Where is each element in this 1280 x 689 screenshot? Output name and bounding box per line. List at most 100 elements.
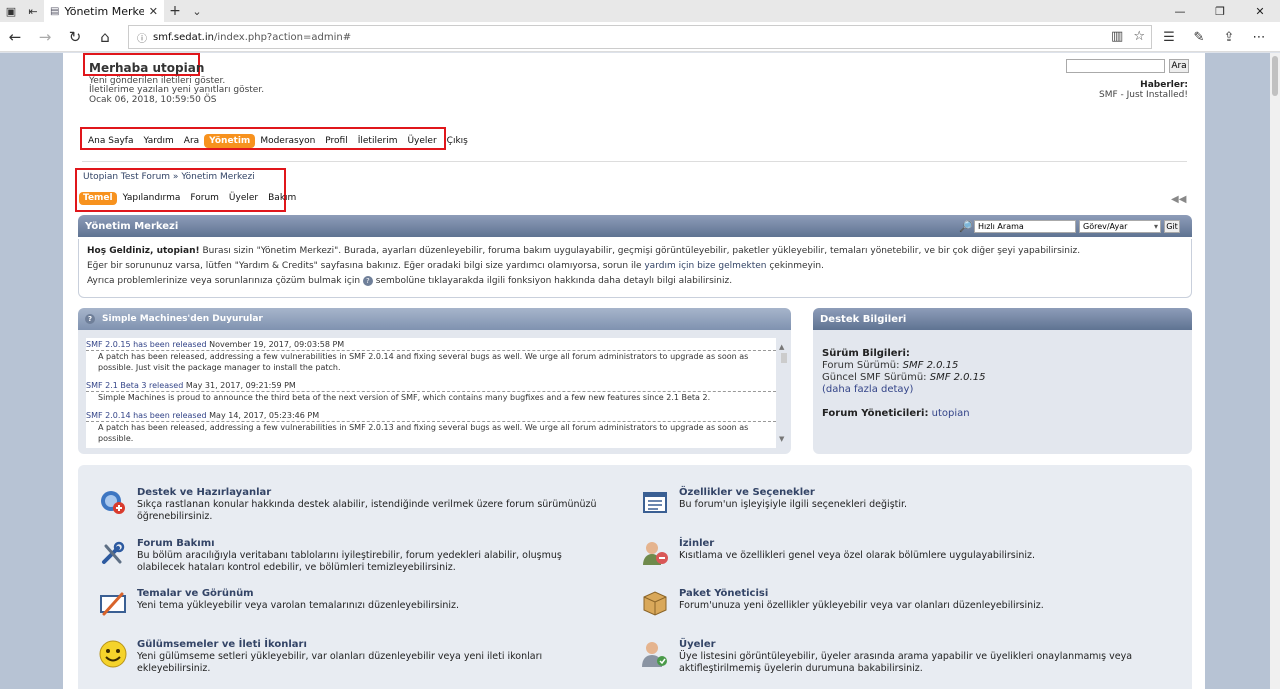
- refresh-icon[interactable]: ↻: [60, 22, 90, 52]
- page-scrollbar[interactable]: [1270, 53, 1280, 689]
- problem-text-a: Eğer bir sorununuz varsa, lütfen "Yardım…: [87, 261, 645, 271]
- quick-search-go-button[interactable]: Git: [1164, 220, 1180, 233]
- tool-title[interactable]: İzinler: [679, 538, 714, 549]
- admin-user-link[interactable]: utopian: [932, 408, 970, 419]
- news-text: SMF - Just Installed!: [1098, 90, 1188, 100]
- menu-help[interactable]: Yardım: [138, 134, 178, 148]
- admin-center-title: Yönetim Merkezi: [85, 220, 179, 232]
- current-version-value: SMF 2.0.15: [929, 372, 986, 383]
- address-url: smf.sedat.in/index.php?action=admin#: [153, 32, 351, 43]
- favorites-hub-icon[interactable]: ☰: [1154, 30, 1184, 45]
- news-title: Haberler:: [1140, 80, 1188, 90]
- features-options-icon[interactable]: [640, 487, 670, 517]
- share-icon[interactable]: ⇪: [1214, 30, 1244, 45]
- admins-row: Forum Yöneticileri: utopian: [822, 408, 1183, 420]
- favorite-star-icon[interactable]: ☆: [1133, 29, 1145, 44]
- address-bar[interactable]: ⓘ smf.sedat.in/index.php?action=admin# ▥…: [128, 25, 1152, 49]
- tool-description: Üye listesini görüntüleyebilir, üyeler a…: [679, 651, 1133, 674]
- search-input[interactable]: [1066, 59, 1165, 73]
- permissions-icon[interactable]: [640, 538, 670, 568]
- forward-icon[interactable]: →: [30, 22, 60, 52]
- announcements-list[interactable]: SMF 2.0.15 has been released November 19…: [86, 338, 776, 448]
- tab-forum[interactable]: Forum: [186, 192, 223, 205]
- admin-tools-panel: Destek ve Hazırlayanlar Sıkça rastlanan …: [78, 465, 1192, 689]
- tool-title[interactable]: Gülümsemeler ve İleti İkonları: [137, 639, 307, 650]
- tool-description: Bu bölüm aracılığıyla veritabanı tablola…: [137, 550, 562, 573]
- scrollbar-thumb[interactable]: [1272, 56, 1278, 96]
- announcements-scrollbar[interactable]: ▲ ▼: [779, 343, 789, 443]
- forum-version-value: SMF 2.0.15: [902, 360, 959, 371]
- scroll-down-icon[interactable]: ▼: [779, 435, 784, 443]
- tab-members[interactable]: Üyeler: [225, 192, 262, 205]
- announcement-link[interactable]: SMF 2.0.15 has been released: [86, 340, 207, 349]
- home-icon[interactable]: ⌂: [90, 22, 120, 52]
- tool-description: Bu forum'un işleyişiyle ilgili seçenekle…: [679, 499, 908, 510]
- menu-profile[interactable]: Profil: [320, 134, 352, 148]
- support-title: Destek Bilgileri: [820, 313, 907, 325]
- problem-line: Eğer bir sorununuz varsa, lütfen "Yardım…: [87, 259, 1183, 274]
- help-question-icon[interactable]: ?: [85, 314, 95, 324]
- window-close-icon[interactable]: ✕: [1240, 0, 1280, 22]
- quick-search-input[interactable]: Hızlı Arama: [974, 220, 1076, 233]
- reading-view-icon[interactable]: ▥: [1111, 29, 1123, 44]
- browser-tab[interactable]: ▤ Yönetim Merkezi ✕: [44, 0, 164, 22]
- breadcrumb: Utopian Test Forum » Yönetim Merkezi: [83, 172, 255, 182]
- menu-search[interactable]: Ara: [179, 134, 204, 148]
- greeting: Merhaba utopian: [89, 61, 205, 75]
- forum-maintenance-icon[interactable]: [98, 538, 128, 568]
- unread-replies-link[interactable]: İletilerime yazılan yeni yanıtları göste…: [89, 85, 264, 95]
- support-credits-icon[interactable]: [98, 487, 128, 517]
- tool-title[interactable]: Forum Bakımı: [137, 538, 215, 549]
- tool-title[interactable]: Temalar ve Görünüm: [137, 588, 254, 599]
- menu-logout[interactable]: Çıkış: [442, 134, 473, 148]
- tool-title[interactable]: Üyeler: [679, 639, 716, 650]
- close-icon[interactable]: ✕: [149, 5, 158, 18]
- welcome-panel: Hoş Geldiniz, utopian! Burası sizin "Yön…: [78, 239, 1192, 298]
- search-button[interactable]: Ara: [1169, 59, 1189, 73]
- announcement-link[interactable]: SMF 2.0.14 has been released: [86, 411, 207, 420]
- back-icon[interactable]: ←: [0, 22, 30, 52]
- maximize-icon[interactable]: ❐: [1200, 0, 1240, 22]
- set-aside-tabs-icon[interactable]: ⇤: [22, 0, 44, 22]
- themes-icon[interactable]: [98, 588, 128, 618]
- tool-title[interactable]: Paket Yöneticisi: [679, 588, 768, 599]
- menu-home[interactable]: Ana Sayfa: [83, 134, 138, 148]
- current-version-label: Güncel SMF Sürümü:: [822, 372, 927, 383]
- help-us-link[interactable]: yardım için bize gelmekten: [644, 261, 766, 271]
- menu-members[interactable]: Üyeler: [402, 134, 441, 148]
- breadcrumb-separator: »: [172, 172, 179, 182]
- new-tab-icon[interactable]: +: [164, 0, 186, 22]
- menu-admin[interactable]: Yönetim: [204, 134, 256, 148]
- minimize-icon[interactable]: —: [1160, 0, 1200, 22]
- tab-main[interactable]: Temel: [79, 192, 117, 205]
- more-icon[interactable]: ⋯: [1244, 30, 1274, 45]
- page-info-icon[interactable]: ⓘ: [137, 30, 147, 45]
- notes-pen-icon[interactable]: ✎: [1184, 30, 1214, 45]
- smileys-icon[interactable]: [98, 639, 128, 669]
- tab-actions-icon[interactable]: ▣: [0, 0, 22, 22]
- tab-configuration[interactable]: Yapılandırma: [119, 192, 185, 205]
- tab-maintenance[interactable]: Bakım: [264, 192, 300, 205]
- breadcrumb-root[interactable]: Utopian Test Forum: [83, 172, 170, 182]
- tool-title[interactable]: Özellikler ve Seçenekler: [679, 487, 815, 498]
- tool-title[interactable]: Destek ve Hazırlayanlar: [137, 487, 271, 498]
- breadcrumb-current[interactable]: Yönetim Merkezi: [181, 172, 254, 182]
- menu-messages[interactable]: İletilerim: [353, 134, 403, 148]
- scrollbar-thumb[interactable]: [781, 353, 787, 363]
- more-details-link[interactable]: (daha fazla detay): [822, 384, 913, 395]
- tool-description: Kısıtlama ve özellikleri genel veya özel…: [679, 550, 1036, 561]
- announcement-head: SMF 2.1 Beta 3 released May 31, 2017, 09…: [86, 381, 776, 392]
- chevron-down-icon[interactable]: ⌄: [186, 0, 208, 22]
- support-header: Destek Bilgileri: [813, 308, 1192, 330]
- announcement-body: A patch has been released, addressing a …: [98, 423, 749, 443]
- scroll-up-icon[interactable]: ▲: [779, 343, 784, 351]
- collapse-sidebar-icon[interactable]: ◀◀: [1171, 194, 1186, 205]
- forum-version-row: Forum Sürümü: SMF 2.0.15: [822, 360, 1183, 372]
- package-manager-icon[interactable]: [640, 588, 670, 618]
- quick-search-select[interactable]: Görev/Ayar: [1079, 220, 1161, 233]
- members-icon[interactable]: [640, 639, 670, 669]
- announcement-link[interactable]: SMF 2.1 Beta 3 released: [86, 381, 183, 390]
- page-favicon-icon: ▤: [50, 5, 60, 17]
- browser-tab-bar: ▣ ⇤ ▤ Yönetim Merkezi ✕ + ⌄ — ❐ ✕: [0, 0, 1280, 22]
- menu-moderation[interactable]: Moderasyon: [255, 134, 320, 148]
